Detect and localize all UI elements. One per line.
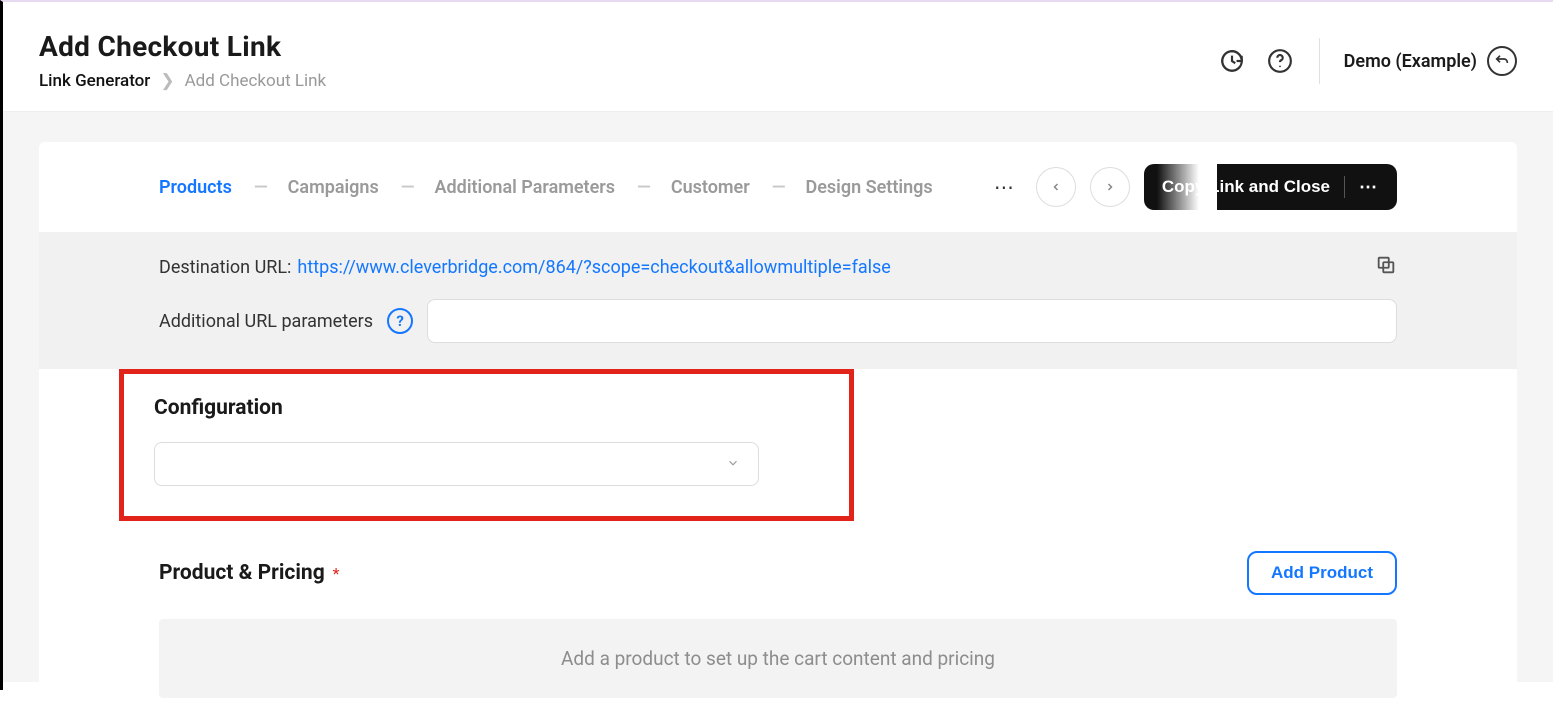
breadcrumb-current: Add Checkout Link [185,71,327,91]
destination-url-row: Destination URL: https://www.cleverbridg… [159,254,1397,281]
separator [1319,38,1320,84]
params-help-icon[interactable]: ? [387,308,413,334]
tabs-next-button[interactable] [1090,167,1130,207]
back-arrow-icon [1487,46,1517,76]
params-row: Additional URL parameters ? [159,299,1397,343]
tab-separator: — [254,177,266,198]
page-title: Add Checkout Link [39,30,326,63]
product-pricing-header: Product & Pricing * Add Product [159,551,1397,595]
product-pricing-title-wrap: Product & Pricing * [159,561,340,585]
history-icon[interactable] [1217,46,1247,76]
configuration-select[interactable] [154,442,759,486]
destination-label: Destination URL: [159,257,291,278]
product-pricing-section: Product & Pricing * Add Product Add a pr… [39,551,1517,728]
chevron-down-icon [726,455,740,474]
tab-products[interactable]: Products [159,177,232,198]
tabs-prev-button[interactable] [1036,167,1076,207]
help-icon[interactable] [1265,46,1295,76]
tab-additional-parameters[interactable]: Additional Parameters [435,177,616,198]
copy-link-close-button[interactable]: Copy Link and Close ⋯ [1144,164,1397,210]
config-title: Configuration [154,396,819,420]
header-right: Demo (Example) [1217,38,1517,84]
tab-campaigns[interactable]: Campaigns [288,177,379,198]
params-input[interactable] [427,299,1397,343]
config-highlight-box: Configuration [119,369,854,521]
config-section: Configuration [39,369,1517,551]
breadcrumb: Link Generator ❯ Add Checkout Link [39,71,326,91]
more-actions-icon[interactable]: ⋯ [1359,177,1379,198]
tab-separator: — [772,177,784,198]
button-divider [1344,176,1345,198]
params-label: Additional URL parameters [159,311,373,332]
add-product-button[interactable]: Add Product [1247,551,1397,595]
required-asterisk: * [333,564,340,583]
tab-controls: ⋯ Copy Link and Close ⋯ [988,164,1397,210]
tab-design-settings[interactable]: Design Settings [806,177,933,198]
tab-customer[interactable]: Customer [671,177,750,198]
copy-link-close-label: Copy Link and Close [1162,177,1330,197]
account-switcher[interactable]: Demo (Example) [1344,46,1517,76]
tabs-row: Products — Campaigns — Additional Parame… [39,142,1517,232]
chevron-right-icon: ❯ [160,71,174,91]
more-tabs-icon[interactable]: ⋯ [988,175,1022,199]
tab-separator: — [401,177,413,198]
main-card: Products — Campaigns — Additional Parame… [39,142,1517,728]
header-left: Add Checkout Link Link Generator ❯ Add C… [39,30,326,91]
tab-separator: — [637,177,649,198]
url-area: Destination URL: https://www.cleverbridg… [39,232,1517,369]
body-area: Products — Campaigns — Additional Parame… [3,112,1553,682]
destination-url-link[interactable]: https://www.cleverbridge.com/864/?scope=… [297,257,890,278]
product-empty-state: Add a product to set up the cart content… [159,619,1397,698]
tabs: Products — Campaigns — Additional Parame… [159,177,933,198]
copy-url-icon[interactable] [1375,254,1397,281]
breadcrumb-root[interactable]: Link Generator [39,71,150,91]
account-label: Demo (Example) [1344,51,1477,72]
product-pricing-title: Product & Pricing [159,561,325,585]
page-header: Add Checkout Link Link Generator ❯ Add C… [3,2,1553,112]
